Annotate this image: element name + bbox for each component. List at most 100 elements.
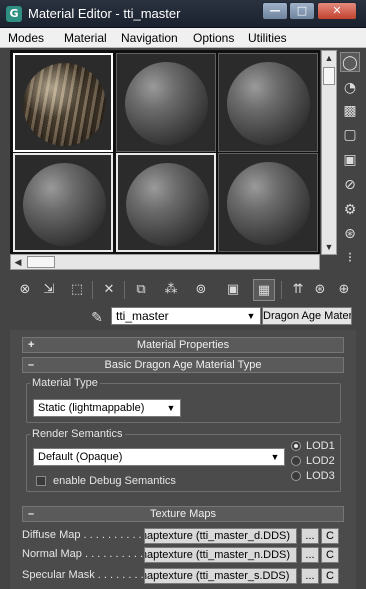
go-to-parent-icon[interactable]: ⇈ (287, 279, 309, 301)
make-preview-icon[interactable]: ⊘ (340, 175, 360, 195)
rollout-title: Basic Dragon Age Material Type (104, 359, 262, 371)
sample-type-icon[interactable]: ◯ (340, 52, 360, 72)
chevron-down-icon[interactable]: ▼ (164, 401, 178, 415)
get-material-icon[interactable]: ⊗ (14, 279, 36, 301)
debug-semantics-checkbox[interactable] (36, 476, 46, 486)
make-unique-icon[interactable]: ⧉ (130, 279, 152, 301)
diffuse-map-button[interactable]: Bitmaptexture (tti_master_d.DDS) (144, 528, 297, 544)
diffuse-map-label: Diffuse Map . . . . . . . . . . . (22, 529, 144, 541)
rollout-title: Material Properties (136, 339, 230, 351)
slots-vertical-scrollbar[interactable]: ▲ ▼ (321, 50, 337, 255)
lod3-radio[interactable] (291, 471, 301, 481)
material-sphere-preview (23, 63, 106, 146)
close-button[interactable]: ✕ (317, 2, 357, 20)
background-icon[interactable]: ▩ (340, 101, 360, 121)
lod3-label: LOD3 (306, 470, 335, 482)
menu-options[interactable]: Options (193, 31, 234, 45)
title-bar: G Material Editor - tti_master — □ ✕ (0, 0, 366, 28)
scroll-left-arrow-icon[interactable]: ◀ (11, 255, 25, 269)
diffuse-map-clear-button[interactable]: C (321, 528, 339, 544)
reset-map-icon[interactable]: ✕ (98, 279, 120, 301)
lod2-radio[interactable] (291, 456, 301, 466)
maximize-button[interactable]: □ (289, 2, 315, 20)
chevron-down-icon[interactable]: ▼ (244, 309, 258, 323)
material-id-channel-icon[interactable]: ⊚ (190, 279, 212, 301)
scroll-up-arrow-icon[interactable]: ▲ (322, 51, 336, 65)
specular-mask-label: Specular Mask . . . . . . . . . (22, 569, 144, 581)
diffuse-map-browse-button[interactable]: ... (301, 528, 319, 544)
rollout-title: Texture Maps (149, 508, 217, 520)
app-icon: G (6, 6, 22, 22)
menu-utilities[interactable]: Utilities (248, 31, 287, 45)
sample-slot-4[interactable] (13, 153, 113, 252)
put-to-scene-icon[interactable]: ⇲ (38, 279, 60, 301)
material-type-button[interactable]: Dragon Age Material (262, 307, 352, 325)
sample-slot-1[interactable] (13, 53, 113, 152)
material-type-value: Static (lightmappable) (38, 402, 145, 414)
material-name-value: tti_master (116, 309, 169, 323)
pick-material-eyedropper-icon[interactable]: ✎ (87, 307, 107, 327)
scroll-thumb[interactable] (323, 67, 335, 85)
material-sphere-preview (125, 62, 208, 145)
show-end-result-icon[interactable]: ▦ (253, 279, 275, 301)
material-type-dropdown[interactable]: Static (lightmappable) ▼ (33, 399, 181, 417)
sample-slot-6[interactable] (218, 153, 318, 252)
select-by-material-icon[interactable]: ⊛ (340, 224, 360, 244)
collapse-icon: – (28, 359, 35, 371)
menu-material[interactable]: Material (64, 31, 107, 45)
menu-bar: Modes Material Navigation Options Utilit… (0, 28, 366, 48)
menu-modes[interactable]: Modes (8, 31, 44, 45)
material-sphere-preview (126, 163, 209, 246)
render-semantics-group-label: Render Semantics (30, 428, 125, 440)
normal-map-button[interactable]: Bitmaptexture (tti_master_n.DDS) (144, 547, 297, 563)
render-semantics-dropdown[interactable]: Default (Opaque) ▼ (33, 448, 285, 466)
scroll-down-arrow-icon[interactable]: ▼ (322, 240, 336, 254)
normal-map-clear-button[interactable]: C (321, 547, 339, 563)
sample-uv-tiling-icon[interactable]: ▢ (340, 125, 360, 145)
render-semantics-value: Default (Opaque) (38, 451, 123, 463)
specular-mask-value: Bitmaptexture (tti_master_s.DDS) (145, 570, 290, 582)
expand-icon: + (28, 339, 35, 351)
options-icon[interactable]: ⚙ (340, 200, 360, 220)
rollout-basic-material-type[interactable]: – Basic Dragon Age Material Type (22, 357, 344, 373)
sample-slots (10, 50, 320, 255)
sample-slot-2[interactable] (116, 53, 216, 152)
sample-slot-5[interactable] (116, 153, 216, 252)
material-sphere-preview (23, 163, 106, 246)
specular-mask-browse-button[interactable]: ... (301, 568, 319, 584)
chevron-down-icon[interactable]: ▼ (268, 450, 282, 464)
collapse-icon: – (28, 508, 35, 520)
normal-map-browse-button[interactable]: ... (301, 547, 319, 563)
rollout-material-properties[interactable]: + Material Properties (22, 337, 344, 353)
assign-to-selection-icon[interactable]: ⬚ (66, 279, 88, 301)
material-name-field[interactable]: tti_master ▼ (111, 307, 261, 325)
rollout-texture-maps[interactable]: – Texture Maps (22, 506, 344, 522)
specular-mask-button[interactable]: Bitmaptexture (tti_master_s.DDS) (144, 568, 297, 584)
window-title: Material Editor - tti_master (28, 6, 181, 21)
lod1-radio[interactable] (291, 441, 301, 451)
put-to-library-icon[interactable]: ⁂ (160, 279, 182, 301)
menu-navigation[interactable]: Navigation (121, 31, 178, 45)
material-map-navigator-icon[interactable]: ⁝ (340, 248, 360, 268)
material-sphere-preview (227, 62, 310, 145)
debug-semantics-label: enable Debug Semantics (53, 475, 176, 487)
lod1-label: LOD1 (306, 440, 335, 452)
sample-slot-3[interactable] (218, 53, 318, 152)
normal-map-value: Bitmaptexture (tti_master_n.DDS) (145, 549, 291, 561)
go-to-sibling-icon[interactable]: ⊕ (333, 279, 355, 301)
diffuse-map-value: Bitmaptexture (tti_master_d.DDS) (145, 530, 291, 542)
toolbar-separator (92, 281, 93, 299)
slots-horizontal-scrollbar[interactable]: ◀ (10, 254, 320, 270)
video-color-check-icon[interactable]: ▣ (340, 150, 360, 170)
material-sphere-preview (227, 162, 310, 245)
toolbar-separator (124, 281, 125, 299)
show-shaded-in-viewport-icon[interactable]: ▣ (222, 279, 244, 301)
scroll-thumb[interactable] (27, 256, 55, 268)
lod2-label: LOD2 (306, 455, 335, 467)
minimize-button[interactable]: — (262, 2, 288, 20)
go-forward-to-sibling-icon[interactable]: ⊛ (309, 279, 331, 301)
backlight-icon[interactable]: ◔ (340, 78, 360, 98)
toolbar-separator (281, 281, 282, 299)
material-type-group-label: Material Type (30, 377, 100, 389)
specular-mask-clear-button[interactable]: C (321, 568, 339, 584)
